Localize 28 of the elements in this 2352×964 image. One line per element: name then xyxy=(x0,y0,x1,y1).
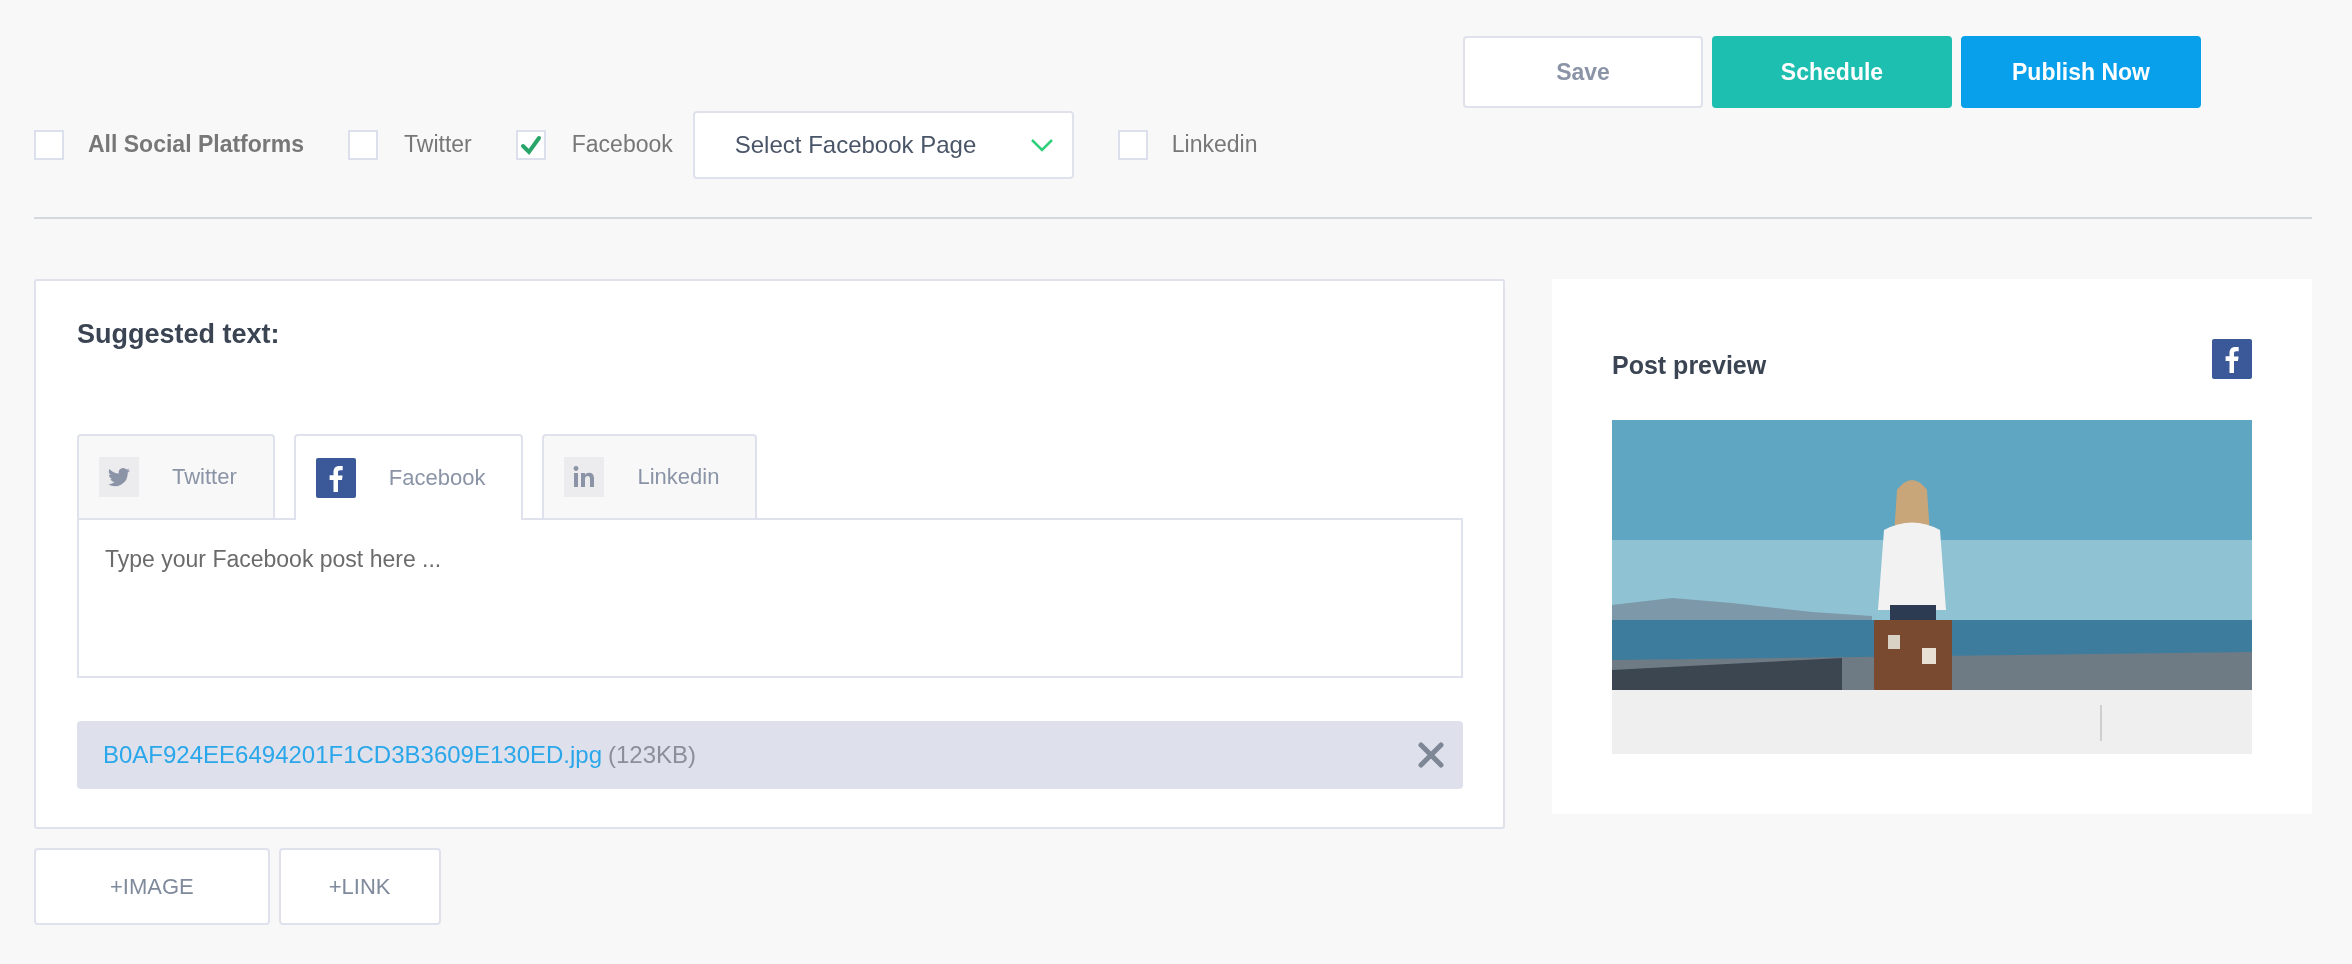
checkbox[interactable] xyxy=(515,129,546,160)
facebook-icon xyxy=(315,458,356,498)
chevron-icon xyxy=(1029,136,1054,153)
publish-button[interactable]: Publish Now xyxy=(1961,36,2201,108)
checkbox-label: Linkedin xyxy=(1171,131,1258,158)
post-text-field[interactable]: Type your Facebook post here ... xyxy=(77,518,1463,678)
add-link-button[interactable]: +LINK xyxy=(278,848,441,925)
close-icon[interactable] xyxy=(1417,741,1445,769)
facebook-icon xyxy=(2212,339,2252,379)
checkbox-label: All Social Platforms xyxy=(88,131,304,158)
network-tab[interactable]: Twitter xyxy=(77,434,275,518)
attachment-link[interactable]: B0AF924EE6494201F1CD3B3609E130ED.jpg xyxy=(103,741,603,769)
checkbox[interactable] xyxy=(34,129,64,160)
network-tab[interactable]: Linkedin xyxy=(542,434,758,518)
linkedin-icon xyxy=(564,457,605,497)
checkbox-label: Facebook xyxy=(571,131,673,158)
section-title: Suggested text: xyxy=(77,319,281,350)
network-tab[interactable]: Facebook xyxy=(293,434,524,520)
page-dropdown[interactable]: Select Facebook Page xyxy=(692,110,1074,179)
checkbox-label: Twitter xyxy=(404,131,472,158)
checkbox[interactable] xyxy=(348,129,378,160)
save-button[interactable]: Save xyxy=(1463,36,1703,108)
bird-icon xyxy=(99,457,139,497)
preview-title: Post preview xyxy=(1612,351,1767,380)
checkbox[interactable] xyxy=(1117,129,1148,160)
schedule-button[interactable]: Schedule xyxy=(1712,36,1952,108)
file-size: (123KB) xyxy=(608,741,698,769)
add-image-button[interactable]: +IMAGE xyxy=(34,848,270,925)
